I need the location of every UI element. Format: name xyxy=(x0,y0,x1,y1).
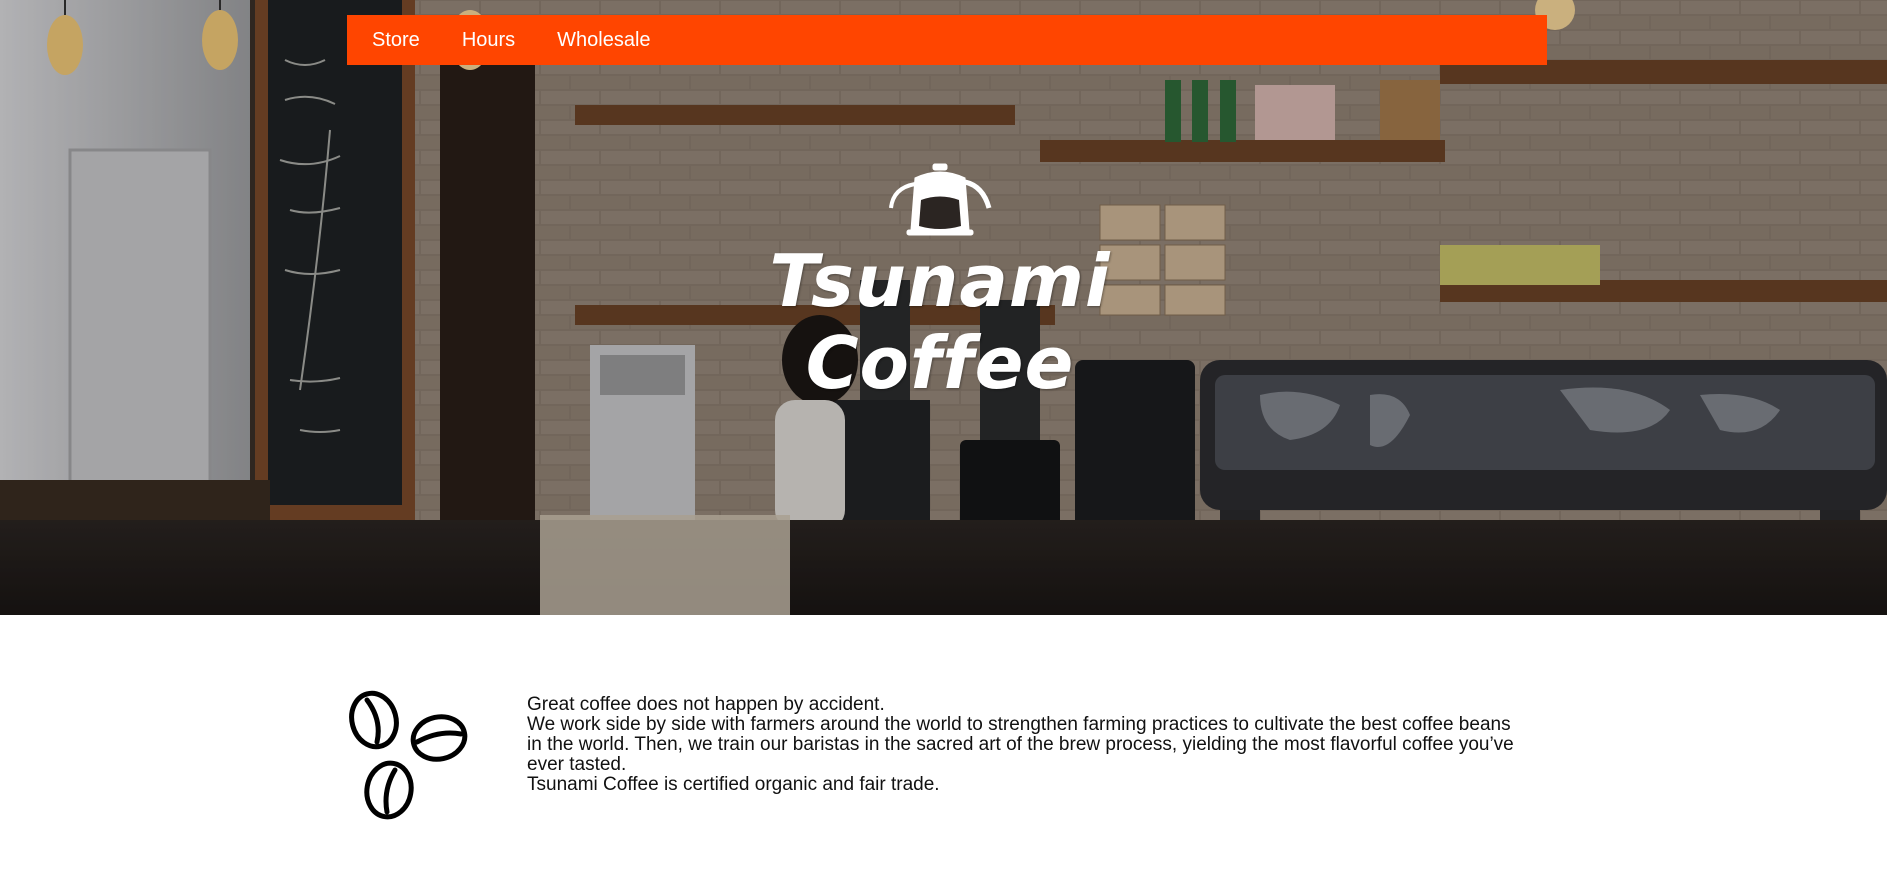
pour-over-kettle-icon xyxy=(889,163,992,236)
about-copy: Great coffee does not happen by accident… xyxy=(527,695,1527,795)
nav-link-store[interactable]: Store xyxy=(372,29,420,52)
about-line-3: Tsunami Coffee is certified organic and … xyxy=(527,774,940,795)
main-nav: Store Hours Wholesale xyxy=(347,15,1547,65)
about-line-2: We work side by side with farmers around… xyxy=(527,714,1514,775)
brand-title: Tsunami Coffee xyxy=(769,239,1111,405)
brand-logo: Tsunami Coffee xyxy=(740,160,1140,404)
nav-link-hours[interactable]: Hours xyxy=(462,29,515,52)
hero-banner: Store Hours Wholesale Tsunami Coffee xyxy=(0,0,1887,615)
nav-link-wholesale[interactable]: Wholesale xyxy=(557,29,650,52)
about-line-1: Great coffee does not happen by accident… xyxy=(527,694,885,715)
coffee-beans-icon xyxy=(349,690,468,820)
